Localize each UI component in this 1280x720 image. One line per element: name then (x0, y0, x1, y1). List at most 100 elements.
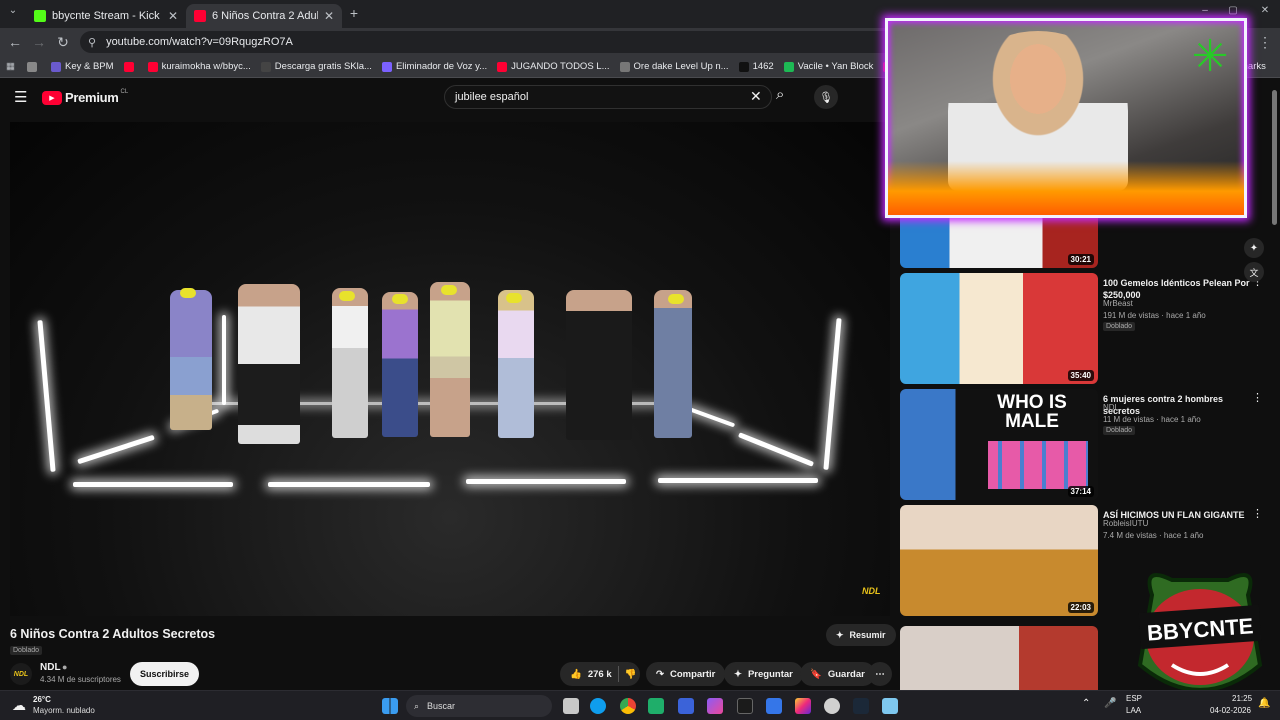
bookmark-item[interactable]: Vacile • Yan Block (783, 61, 874, 72)
search-icon[interactable]: ⌕ (776, 86, 784, 103)
close-tab-icon[interactable]: ✕ (168, 9, 178, 23)
site-info-icon[interactable]: ⚲ (88, 36, 96, 49)
adult-participant (238, 284, 300, 444)
weather-description[interactable]: Mayorm. nublado (33, 706, 95, 715)
more-icon[interactable]: ⋮ (1252, 507, 1263, 520)
channel-name[interactable]: RobleisIUTU (1103, 519, 1148, 528)
ask-button[interactable]: ✦ Preguntar (724, 662, 803, 686)
video-thumbnail[interactable]: 22:03 (900, 505, 1098, 616)
apps-grid-icon[interactable]: ▦ (6, 61, 15, 72)
taskbar-search-input[interactable]: ⌕ Buscar (406, 695, 552, 717)
duration-label: 30:21 (1067, 254, 1094, 265)
app-icon[interactable] (737, 698, 753, 714)
app-icon[interactable] (707, 698, 723, 714)
channel-name[interactable]: NDL (40, 662, 61, 673)
youtube-logo[interactable]: ▶ Premium CL (42, 89, 128, 105)
forward-icon[interactable]: → (30, 34, 48, 50)
summarize-button[interactable]: ✦ Resumir (826, 624, 896, 646)
flames-effect (888, 161, 1244, 215)
obs-icon[interactable] (824, 698, 840, 714)
close-tab-icon[interactable]: ✕ (324, 9, 334, 23)
bookmark-item[interactable]: Descarga gratis SKla... (260, 61, 372, 72)
video-meta: 7.4 M de vistas · hace 1 año (1103, 531, 1204, 540)
edge-icon[interactable] (590, 698, 606, 714)
participant (430, 282, 470, 437)
clock-date[interactable]: 04-02-2026 (1210, 706, 1251, 715)
video-title[interactable]: 6 mujeres contra 2 hombres secretos (1103, 393, 1253, 417)
channel-avatar[interactable]: NDL (10, 663, 32, 685)
tab-kick-dashboard[interactable]: bbycnte Stream - Kick Dashboa ✕ (26, 4, 186, 28)
bookmark-item[interactable]: Ore dake Level Up n... (619, 61, 729, 72)
weather-temperature[interactable]: 26°C (33, 695, 51, 704)
subscribe-button[interactable]: Suscribirse (130, 662, 200, 686)
bookmark-icon (147, 61, 158, 72)
subscribe-label: Suscribirse (140, 669, 190, 679)
video-player[interactable]: NDL (10, 122, 890, 616)
windows-start-icon[interactable] (382, 698, 398, 714)
bookmark-label: Vacile • Yan Block (797, 61, 874, 72)
tab-youtube-video[interactable]: 6 Niños Contra 2 Adultos Secre ✕ (186, 4, 342, 28)
dislike-icon[interactable]: 👎 (625, 669, 637, 680)
video-thumbnail[interactable]: 35:40 (900, 273, 1098, 384)
bookmark-icon (783, 61, 794, 72)
search-input[interactable]: jubilee español (444, 85, 772, 109)
microphone-icon[interactable]: 🎤 (1104, 698, 1116, 709)
light-bar (222, 315, 226, 405)
video-title[interactable]: 100 Gemelos Idénticos Pelean Por $250,00… (1103, 277, 1253, 301)
minimize-button[interactable]: – (1196, 5, 1214, 16)
bookmark-item[interactable]: kuraimokha w/bbyc... (147, 61, 251, 72)
chevron-up-icon[interactable]: ⌃ (1082, 698, 1090, 709)
maximize-button[interactable]: ▢ (1224, 5, 1242, 16)
language-bottom[interactable]: LAA (1126, 706, 1141, 715)
video-thumbnail[interactable] (900, 626, 1098, 690)
bookmark-item[interactable]: Eliminador de Voz y... (381, 61, 487, 72)
save-button[interactable]: 🔖 Guardar (800, 662, 875, 686)
back-icon[interactable]: ← (6, 34, 24, 50)
recommendation-item[interactable]: 35:40 100 Gemelos Idénticos Pelean Por $… (900, 273, 1270, 384)
light-bar (37, 320, 56, 472)
share-button[interactable]: ↷ Compartir (646, 662, 726, 686)
scrollbar-thumb[interactable] (1272, 90, 1277, 225)
new-tab-button[interactable]: + (345, 5, 363, 21)
participant (654, 290, 692, 438)
channel-name[interactable]: NDL (1103, 403, 1119, 412)
bookmark-item[interactable] (123, 61, 138, 72)
video-meta: 191 M de vistas · hace 1 año (1103, 311, 1206, 320)
window-close-button[interactable]: ✕ (1256, 5, 1274, 16)
sparkle-icon[interactable]: ✦ (1244, 238, 1264, 258)
like-count[interactable]: 276 k (588, 669, 612, 680)
steam-icon[interactable] (853, 698, 869, 714)
voice-search-icon[interactable]: 🎙 (814, 85, 838, 109)
instagram-icon[interactable] (795, 698, 811, 714)
like-icon[interactable]: 👍 (570, 669, 582, 680)
bookmark-item[interactable]: Key & BPM (50, 61, 114, 72)
channel-name[interactable]: MrBeast (1103, 299, 1133, 308)
video-meta: 11 M de vistas · hace 1 año (1103, 415, 1201, 424)
more-menu-icon[interactable]: ⋮ (1256, 34, 1274, 51)
app-icon[interactable] (648, 698, 664, 714)
app-icon[interactable] (766, 698, 782, 714)
app-icon[interactable] (882, 698, 898, 714)
clock-time[interactable]: 21:25 (1232, 694, 1252, 703)
recommendation-item[interactable]: WHO IS MALE 37:14 6 mujeres contra 2 hom… (900, 389, 1270, 500)
bookmark-item[interactable] (26, 61, 41, 72)
chrome-icon[interactable] (620, 698, 636, 714)
menu-icon[interactable]: ☰ (14, 88, 27, 106)
bookmark-icon (381, 61, 392, 72)
tab-search-icon[interactable]: ⌄ (4, 5, 22, 16)
bookmark-item[interactable]: 1462 (738, 61, 774, 72)
reload-icon[interactable]: ↻ (54, 34, 72, 51)
task-view-icon[interactable] (563, 698, 579, 714)
tab-label: 6 Niños Contra 2 Adultos Secre (212, 10, 318, 22)
video-thumbnail[interactable]: WHO IS MALE 37:14 (900, 389, 1098, 500)
leaf-icon: ✳ (1191, 32, 1229, 81)
language-top[interactable]: ESP (1126, 694, 1142, 703)
translate-icon[interactable]: 文 (1244, 262, 1264, 282)
youtube-play-icon: ▶ (42, 90, 62, 105)
more-actions-button[interactable]: ⋯ (868, 662, 892, 686)
bookmark-item[interactable]: JUGANDO TODOS L... (497, 61, 610, 72)
notification-icon[interactable]: 🔔 (1258, 698, 1270, 709)
more-icon[interactable]: ⋮ (1252, 391, 1263, 404)
mail-icon[interactable] (678, 698, 694, 714)
clear-search-icon[interactable]: ✕ (750, 88, 762, 105)
